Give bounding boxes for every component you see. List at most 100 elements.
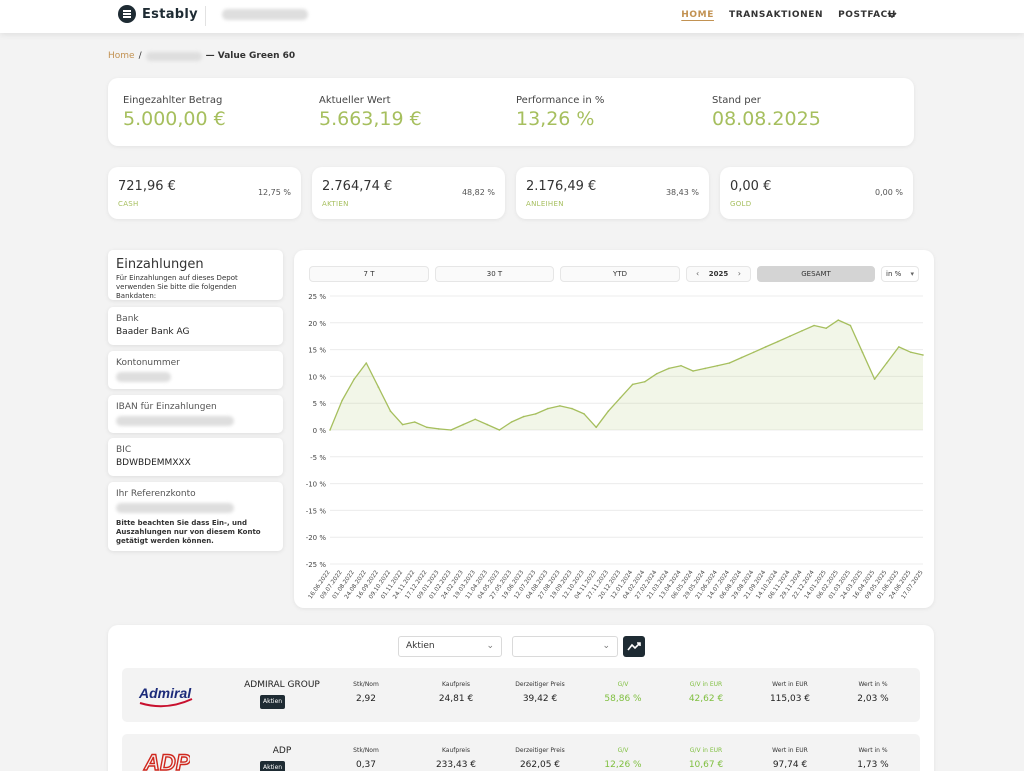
allocation-percent: 48,82 % [461, 188, 495, 197]
brand-name: Estably [142, 6, 198, 22]
data-point [752, 351, 755, 354]
holding-logo-text: ADP [143, 750, 190, 771]
reference-account-note: Bitte beachten Sie dass Ein-, und Auszah… [116, 519, 261, 545]
allocation-amount: 2.764,74 € [322, 179, 393, 194]
data-point [910, 351, 912, 354]
asset-class-badge: Aktien [260, 695, 286, 709]
y-tick-label: 15 % [308, 347, 326, 355]
allocation-card-gold: 0,00 € 0,00 % GOLD [720, 167, 913, 219]
period-7t-button[interactable]: 7 T [309, 266, 429, 282]
breadcrumb-home[interactable]: Home [108, 51, 135, 61]
holding-gain-eur: G/V in EUR 42,62 € [666, 681, 746, 704]
period-gesamt-button[interactable]: GESAMT [757, 266, 875, 282]
data-point [426, 426, 428, 429]
y-tick-label: -5 % [310, 454, 326, 462]
asset-class-badge: Aktien [260, 761, 286, 771]
column-header: G/V [617, 681, 629, 688]
iban-label: IBAN für Einzahlungen [116, 402, 217, 412]
y-tick-label: 10 % [308, 373, 326, 381]
data-point [668, 367, 670, 370]
holding-name[interactable]: ADMIRAL GROUP [222, 680, 342, 690]
deposit-info-panel: Einzahlungen Für Einzahlungen auf dieses… [108, 250, 283, 300]
user-name-redacted [222, 9, 308, 20]
summary-value: 08.08.2025 [712, 108, 821, 130]
data-point [329, 429, 331, 431]
bic-value[interactable]: BDWBDEMMXXX [116, 458, 275, 468]
allocation-amount: 2.176,49 € [526, 179, 597, 194]
year-prev-icon[interactable]: ‹ [696, 267, 699, 281]
data-point [764, 346, 767, 348]
data-point [825, 327, 827, 329]
nav-home[interactable]: HOME [681, 10, 714, 20]
period-30t-button[interactable]: 30 T [435, 266, 554, 282]
y-tick-label: -20 % [306, 534, 327, 542]
reference-account-redacted [116, 503, 234, 513]
column-header: G/V in EUR [689, 681, 723, 688]
brand-logo[interactable]: Estably [118, 5, 198, 23]
bic-panel: BIC BDWBDEMMXXX [108, 438, 283, 476]
holding-row[interactable]: ADP ADP Aktien Stk/Nom 0,37 Kaufpreis 233,… [122, 734, 920, 771]
holding-value-percent: Wert in % 1,73 % [833, 747, 913, 770]
data-point [510, 421, 513, 423]
data-point [341, 399, 343, 402]
account-number-redacted [116, 372, 171, 382]
account-number-panel: Kontonummer [108, 351, 283, 389]
column-header: G/V [617, 747, 629, 754]
year-selector[interactable]: ‹ 2025 › [686, 266, 751, 282]
main-nav: HOME TRANSAKTIONEN POSTFACH [681, 10, 896, 20]
holding-value-eur: Wert in EUR 97,74 € [750, 747, 830, 770]
unit-select[interactable]: in % ▾ [881, 266, 919, 282]
chevron-down-icon: ⌄ [486, 641, 494, 651]
summary-label: Aktueller Wert [319, 95, 391, 106]
period-ytd-button[interactable]: YTD [560, 266, 680, 282]
cell-value: 1,73 % [857, 760, 889, 770]
holding-current-price: Derzeitiger Preis 39,42 € [500, 681, 580, 704]
summary-performance: Performance in % 13,26 % [516, 95, 604, 130]
allocation-category: ANLEIHEN [526, 200, 564, 208]
data-point [474, 418, 476, 421]
trend-chart-button[interactable] [623, 636, 645, 657]
allocation-amount: 721,96 € [118, 179, 176, 194]
y-tick-label: -10 % [306, 481, 327, 489]
y-tick-label: -15 % [306, 507, 327, 515]
chevron-down-icon[interactable] [887, 11, 897, 19]
data-point [547, 407, 549, 410]
asset-type-select[interactable]: Aktien ⌄ [398, 636, 502, 657]
data-point [861, 351, 864, 354]
nav-transaktionen[interactable]: TRANSAKTIONEN [729, 10, 823, 20]
data-point [740, 356, 743, 359]
data-point [413, 421, 416, 423]
data-point [716, 364, 719, 367]
allocation-percent: 38,43 % [665, 188, 699, 197]
holding-quantity: Stk/Nom 2,92 [326, 681, 406, 704]
bank-value[interactable]: Baader Bank AG [116, 327, 275, 337]
cell-value: 233,43 € [435, 760, 477, 770]
data-point [486, 423, 489, 426]
holding-value-eur: Wert in EUR 115,03 € [750, 681, 830, 704]
data-point [522, 415, 525, 418]
data-point [438, 428, 440, 430]
holding-gain-percent: G/V 58,86 % [583, 681, 663, 704]
holding-name[interactable]: ADP [222, 746, 342, 756]
top-navigation-bar: Estably HOME TRANSAKTIONEN POSTFACH [0, 0, 1024, 33]
estably-logo-icon [118, 5, 136, 23]
allocation-category: AKTIEN [322, 200, 349, 208]
holding-row[interactable]: Admiral ADMIRAL GROUP Aktien Stk/Nom 2,92… [122, 668, 920, 722]
year-next-icon[interactable]: › [738, 267, 741, 281]
summary-label: Performance in % [516, 95, 605, 106]
secondary-filter-select[interactable]: ⌄ [512, 636, 618, 657]
column-header: Wert in EUR [772, 747, 808, 754]
trend-up-icon [627, 642, 641, 651]
column-header: Derzeitiger Preis [515, 747, 565, 754]
data-point [631, 383, 634, 386]
holding-gain-percent: G/V 12,26 % [583, 747, 663, 770]
data-point [837, 319, 840, 321]
deposit-note: Für Einzahlungen auf dieses Depot verwen… [116, 274, 238, 300]
reference-account-panel: Ihr Referenzkonto Bitte beachten Sie das… [108, 482, 283, 551]
data-point [777, 340, 779, 343]
holding-current-price: Derzeitiger Preis 262,05 € [500, 747, 580, 770]
data-point [873, 378, 876, 380]
column-header: Stk/Nom [353, 747, 379, 754]
column-header: Stk/Nom [353, 681, 379, 688]
cell-value: 10,67 € [688, 760, 724, 770]
